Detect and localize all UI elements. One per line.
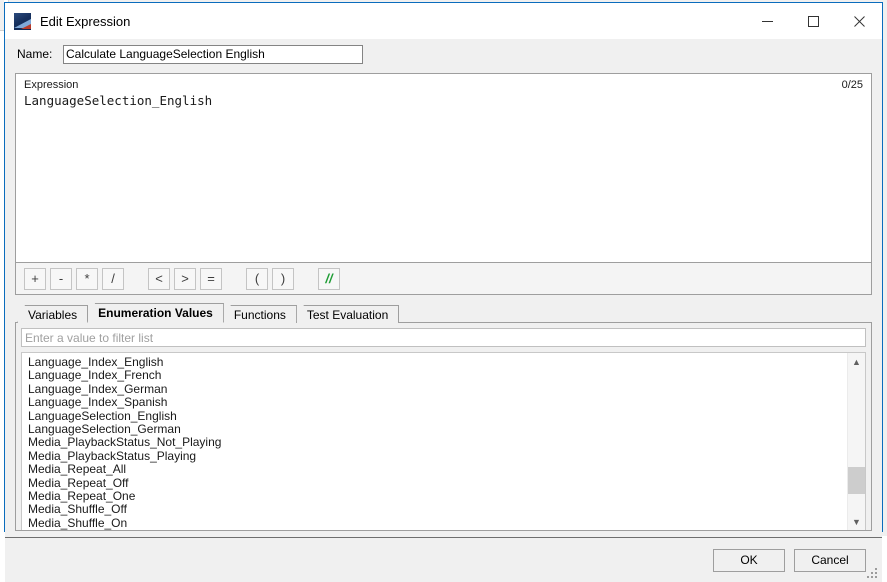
list-item[interactable]: Media_Repeat_One bbox=[28, 489, 847, 503]
filter-input[interactable] bbox=[21, 328, 866, 347]
expression-counter: 0/25 bbox=[841, 79, 863, 91]
dialog-body: Name: Expression 0/25 LanguageSelection_… bbox=[5, 39, 882, 582]
grip-dot bbox=[875, 568, 877, 571]
tab-label: Functions bbox=[233, 307, 286, 322]
op-plus-button[interactable]: + bbox=[24, 267, 46, 290]
name-input[interactable] bbox=[63, 44, 363, 64]
close-button[interactable] bbox=[836, 5, 882, 37]
list-item[interactable]: Media_Repeat_Off bbox=[28, 476, 847, 490]
resize-grip[interactable] bbox=[867, 568, 879, 580]
tab-test-evaluation[interactable]: Test Evaluation bbox=[295, 305, 400, 323]
expression-header: Expression 0/25 bbox=[16, 74, 871, 91]
scrollbar-thumb[interactable] bbox=[848, 467, 865, 495]
title-bar: Edit Expression bbox=[5, 3, 882, 39]
name-label: Name: bbox=[17, 47, 53, 61]
op-equals-button[interactable]: = bbox=[200, 267, 222, 290]
list-item[interactable]: Media_Shuffle_On bbox=[28, 516, 847, 530]
edit-expression-dialog: Edit Expression Name: Expr bbox=[4, 2, 883, 582]
expression-label: Expression bbox=[24, 79, 79, 91]
tab-functions[interactable]: Functions bbox=[222, 305, 297, 323]
tab-panel-enumeration-values: Language_Index_EnglishLanguage_Index_Fre… bbox=[15, 322, 872, 532]
list-item[interactable]: Media_Repeat_All bbox=[28, 462, 847, 476]
enumeration-list[interactable]: Language_Index_English Language_Index_Fre… bbox=[21, 352, 866, 531]
expression-panel[interactable]: Expression 0/25 LanguageSelection_Englis… bbox=[15, 73, 872, 263]
maximize-icon bbox=[807, 15, 819, 27]
op-multiply-button[interactable]: * bbox=[76, 267, 98, 290]
operator-toolbar: + - * / < > = () // bbox=[15, 263, 872, 295]
enumeration-list-items: Language_Index_English Language_Index_Fre… bbox=[22, 353, 847, 530]
app-icon bbox=[14, 12, 31, 30]
tab-enumeration-values[interactable]: Enumeration Values bbox=[87, 303, 224, 323]
op-greater-than-button[interactable]: > bbox=[174, 267, 196, 290]
list-item[interactable]: Language_Index_Spanish bbox=[28, 395, 847, 409]
op-less-than-button[interactable]: < bbox=[148, 267, 170, 290]
dialog-button-bar: OK Cancel bbox=[5, 537, 882, 582]
maximize-button[interactable] bbox=[790, 5, 836, 37]
list-item[interactable]: LanguageSelection_German bbox=[28, 422, 847, 436]
tab-label: Test Evaluation bbox=[306, 307, 389, 322]
list-item[interactable]: Media_Shuffle_Off bbox=[28, 502, 847, 516]
op-close-paren-button[interactable]: ) bbox=[272, 267, 294, 290]
tab-variables[interactable]: Variables bbox=[17, 305, 89, 323]
list-item[interactable]: Language_Index_German bbox=[28, 382, 847, 396]
scrollbar-track[interactable] bbox=[848, 370, 865, 513]
minimize-icon bbox=[761, 20, 773, 22]
list-vertical-scrollbar[interactable]: ▲ ▼ bbox=[847, 353, 865, 531]
op-minus-button[interactable]: - bbox=[50, 267, 72, 290]
list-item[interactable]: Media_PlaybackStatus_Playing bbox=[28, 449, 847, 463]
list-item[interactable]: Media_PlaybackStatus_Not_Playing bbox=[28, 435, 847, 449]
window-title: Edit Expression bbox=[40, 13, 131, 29]
op-comment-button[interactable]: // bbox=[318, 267, 340, 290]
scroll-up-icon[interactable]: ▲ bbox=[848, 353, 865, 370]
tab-label: Variables bbox=[28, 307, 78, 322]
grip-dot bbox=[875, 576, 877, 579]
grip-dot bbox=[875, 572, 877, 575]
scroll-down-icon[interactable]: ▼ bbox=[848, 513, 865, 530]
tab-label: Enumeration Values bbox=[98, 306, 213, 320]
tab-strip: Variables Enumeration Values Functions Test… bbox=[15, 303, 872, 323]
op-divide-button[interactable]: / bbox=[102, 267, 124, 290]
grip-dot bbox=[871, 572, 873, 575]
tab-area: Variables Enumeration Values Functions Test… bbox=[15, 303, 872, 532]
grip-dot bbox=[867, 576, 869, 579]
close-icon bbox=[853, 15, 865, 27]
expression-text[interactable]: LanguageSelection_English bbox=[16, 91, 871, 110]
name-row: Name: bbox=[5, 39, 882, 69]
list-item[interactable]: Language_Index_French bbox=[28, 368, 847, 382]
list-item[interactable]: Language_Index_English bbox=[28, 355, 847, 369]
list-item[interactable]: LanguageSelection_English bbox=[28, 409, 847, 423]
ok-button[interactable]: OK bbox=[713, 548, 785, 572]
minimize-button[interactable] bbox=[744, 5, 790, 37]
cancel-button[interactable]: Cancel bbox=[794, 548, 866, 572]
op-open-paren-button[interactable]: ( bbox=[246, 267, 268, 290]
grip-dot bbox=[871, 576, 873, 579]
